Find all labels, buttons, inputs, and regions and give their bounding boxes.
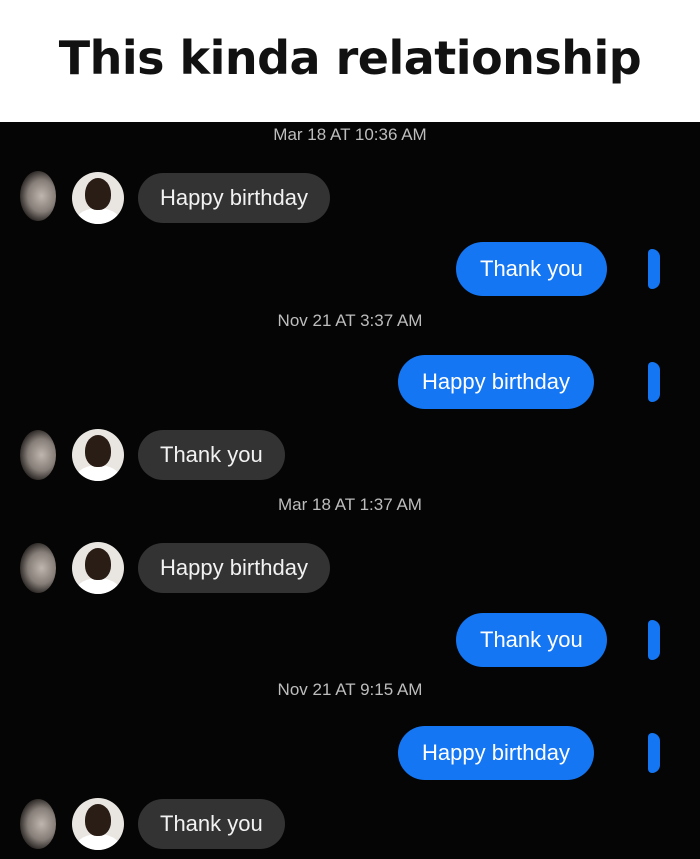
incoming-message[interactable]: Thank you	[138, 799, 285, 849]
outgoing-message[interactable]: Thank you	[456, 242, 607, 296]
chat-thread[interactable]: Mar 18 AT 10:36 AM Happy birthday Thank …	[0, 122, 700, 859]
timestamp: Nov 21 AT 9:15 AM	[277, 680, 423, 699]
blurred-profile-icon	[20, 430, 56, 480]
avatar[interactable]	[72, 798, 124, 850]
blurred-profile-icon	[20, 171, 56, 221]
avatar-shirt	[76, 578, 120, 594]
caption-header: This kinda relationship	[0, 0, 700, 122]
seen-indicator-icon	[648, 362, 660, 402]
seen-indicator-icon	[648, 620, 660, 660]
timestamp: Nov 21 AT 3:37 AM	[277, 311, 423, 330]
blurred-profile-icon	[20, 543, 56, 593]
incoming-message[interactable]: Happy birthday	[138, 543, 330, 593]
avatar-face	[85, 435, 111, 467]
avatar-shirt	[76, 208, 120, 224]
timestamp: Mar 18 AT 1:37 AM	[278, 495, 422, 514]
outgoing-message[interactable]: Happy birthday	[398, 726, 594, 780]
avatar-face	[85, 548, 111, 580]
caption-text: This kinda relationship	[58, 31, 642, 85]
outgoing-message[interactable]: Happy birthday	[398, 355, 594, 409]
incoming-message[interactable]: Thank you	[138, 430, 285, 480]
blurred-profile-icon	[20, 799, 56, 849]
avatar[interactable]	[72, 542, 124, 594]
outgoing-message[interactable]: Thank you	[456, 613, 607, 667]
seen-indicator-icon	[648, 733, 660, 773]
seen-indicator-icon	[648, 249, 660, 289]
avatar-face	[85, 804, 111, 836]
timestamp: Mar 18 AT 10:36 AM	[273, 125, 427, 144]
avatar[interactable]	[72, 429, 124, 481]
avatar-shirt	[76, 465, 120, 481]
avatar-shirt	[76, 834, 120, 850]
avatar-face	[85, 178, 111, 210]
avatar[interactable]	[72, 172, 124, 224]
incoming-message[interactable]: Happy birthday	[138, 173, 330, 223]
